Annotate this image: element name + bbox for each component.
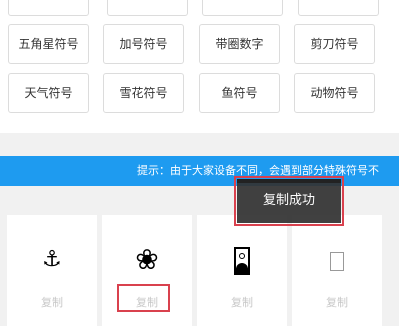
anchor-icon: ⚓ bbox=[42, 247, 62, 272]
copy-button[interactable]: 复制 bbox=[197, 293, 287, 313]
toast-highlight bbox=[234, 176, 344, 226]
category-button[interactable] bbox=[107, 0, 188, 16]
category-button-animal[interactable]: 动物符号 bbox=[294, 73, 375, 113]
category-button[interactable] bbox=[202, 0, 283, 16]
category-button-snowflake[interactable]: 雪花符号 bbox=[103, 73, 184, 113]
category-button-weather[interactable]: 天气符号 bbox=[8, 73, 89, 113]
symbol-card: 复制 bbox=[197, 215, 287, 326]
category-button[interactable] bbox=[8, 0, 89, 16]
category-button-fish[interactable]: 鱼符号 bbox=[199, 73, 280, 113]
category-button-scissors[interactable]: 剪刀符号 bbox=[294, 24, 375, 64]
copy-button[interactable]: 复制 bbox=[7, 293, 97, 313]
category-button-star[interactable]: 五角星符号 bbox=[8, 24, 89, 64]
symbol-glyph bbox=[292, 240, 382, 280]
category-button-circled-number[interactable]: 带圈数字 bbox=[199, 24, 280, 64]
category-panel: 五角星符号 加号符号 带圈数字 剪刀符号 天气符号 雪花符号 鱼符号 动物符号 bbox=[0, 0, 399, 133]
portrait-icon bbox=[234, 247, 250, 275]
symbol-card: ⚓ 复制 bbox=[7, 215, 97, 326]
copy-button-highlight bbox=[117, 284, 170, 312]
empty-box-icon bbox=[330, 251, 344, 271]
flower-icon: ❀ bbox=[135, 243, 159, 276]
symbol-card: 复制 bbox=[292, 215, 382, 326]
category-button[interactable] bbox=[298, 0, 379, 16]
copy-button[interactable]: 复制 bbox=[292, 293, 382, 313]
category-button-plus[interactable]: 加号符号 bbox=[103, 24, 184, 64]
symbol-glyph bbox=[197, 240, 287, 280]
